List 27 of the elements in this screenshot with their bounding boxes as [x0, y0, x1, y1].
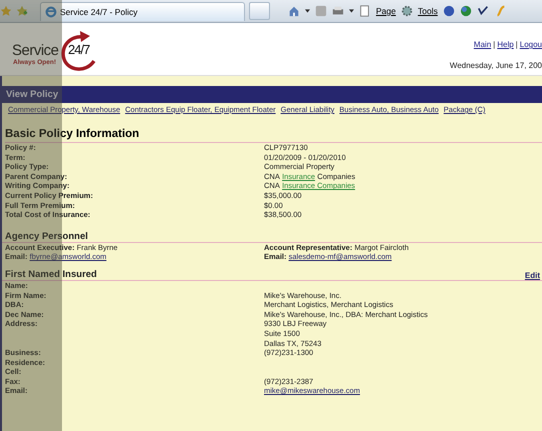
edit-link[interactable]: Edit: [524, 270, 542, 280]
dropdown-caret-icon[interactable]: [305, 9, 310, 13]
section-heading: First Named Insured: [5, 268, 97, 280]
new-tab-button[interactable]: [249, 2, 270, 20]
current-date: Wednesday, June 17, 200: [450, 61, 542, 70]
gear-icon[interactable]: [400, 5, 413, 17]
nav-link[interactable]: Help: [497, 40, 514, 49]
separator: |: [493, 40, 496, 49]
nav-link[interactable]: Logou: [520, 40, 542, 49]
dropdown-caret-icon[interactable]: [349, 9, 354, 13]
print-icon[interactable]: [332, 5, 344, 17]
spell-check-icon[interactable]: [476, 5, 489, 17]
home-icon[interactable]: [288, 5, 300, 17]
section-heading: Agency Personnel: [5, 230, 89, 242]
separator: |: [516, 40, 518, 49]
globe-icon[interactable]: [460, 5, 472, 17]
logo-word: Service: [12, 42, 59, 59]
page-menu[interactable]: Page: [376, 6, 396, 16]
add-favorite-icon[interactable]: [16, 5, 28, 17]
nav-link[interactable]: Main: [474, 40, 492, 49]
browser-logo-icon: [45, 6, 57, 18]
page-icon[interactable]: [359, 5, 371, 17]
logo-number: 24/7: [68, 42, 90, 57]
favorites-star-icon[interactable]: [0, 5, 12, 17]
browser-tab[interactable]: Service 24/7 - Policy: [40, 2, 245, 20]
tools-menu[interactable]: Tools: [418, 6, 438, 16]
page-title: View Policy: [6, 89, 58, 100]
